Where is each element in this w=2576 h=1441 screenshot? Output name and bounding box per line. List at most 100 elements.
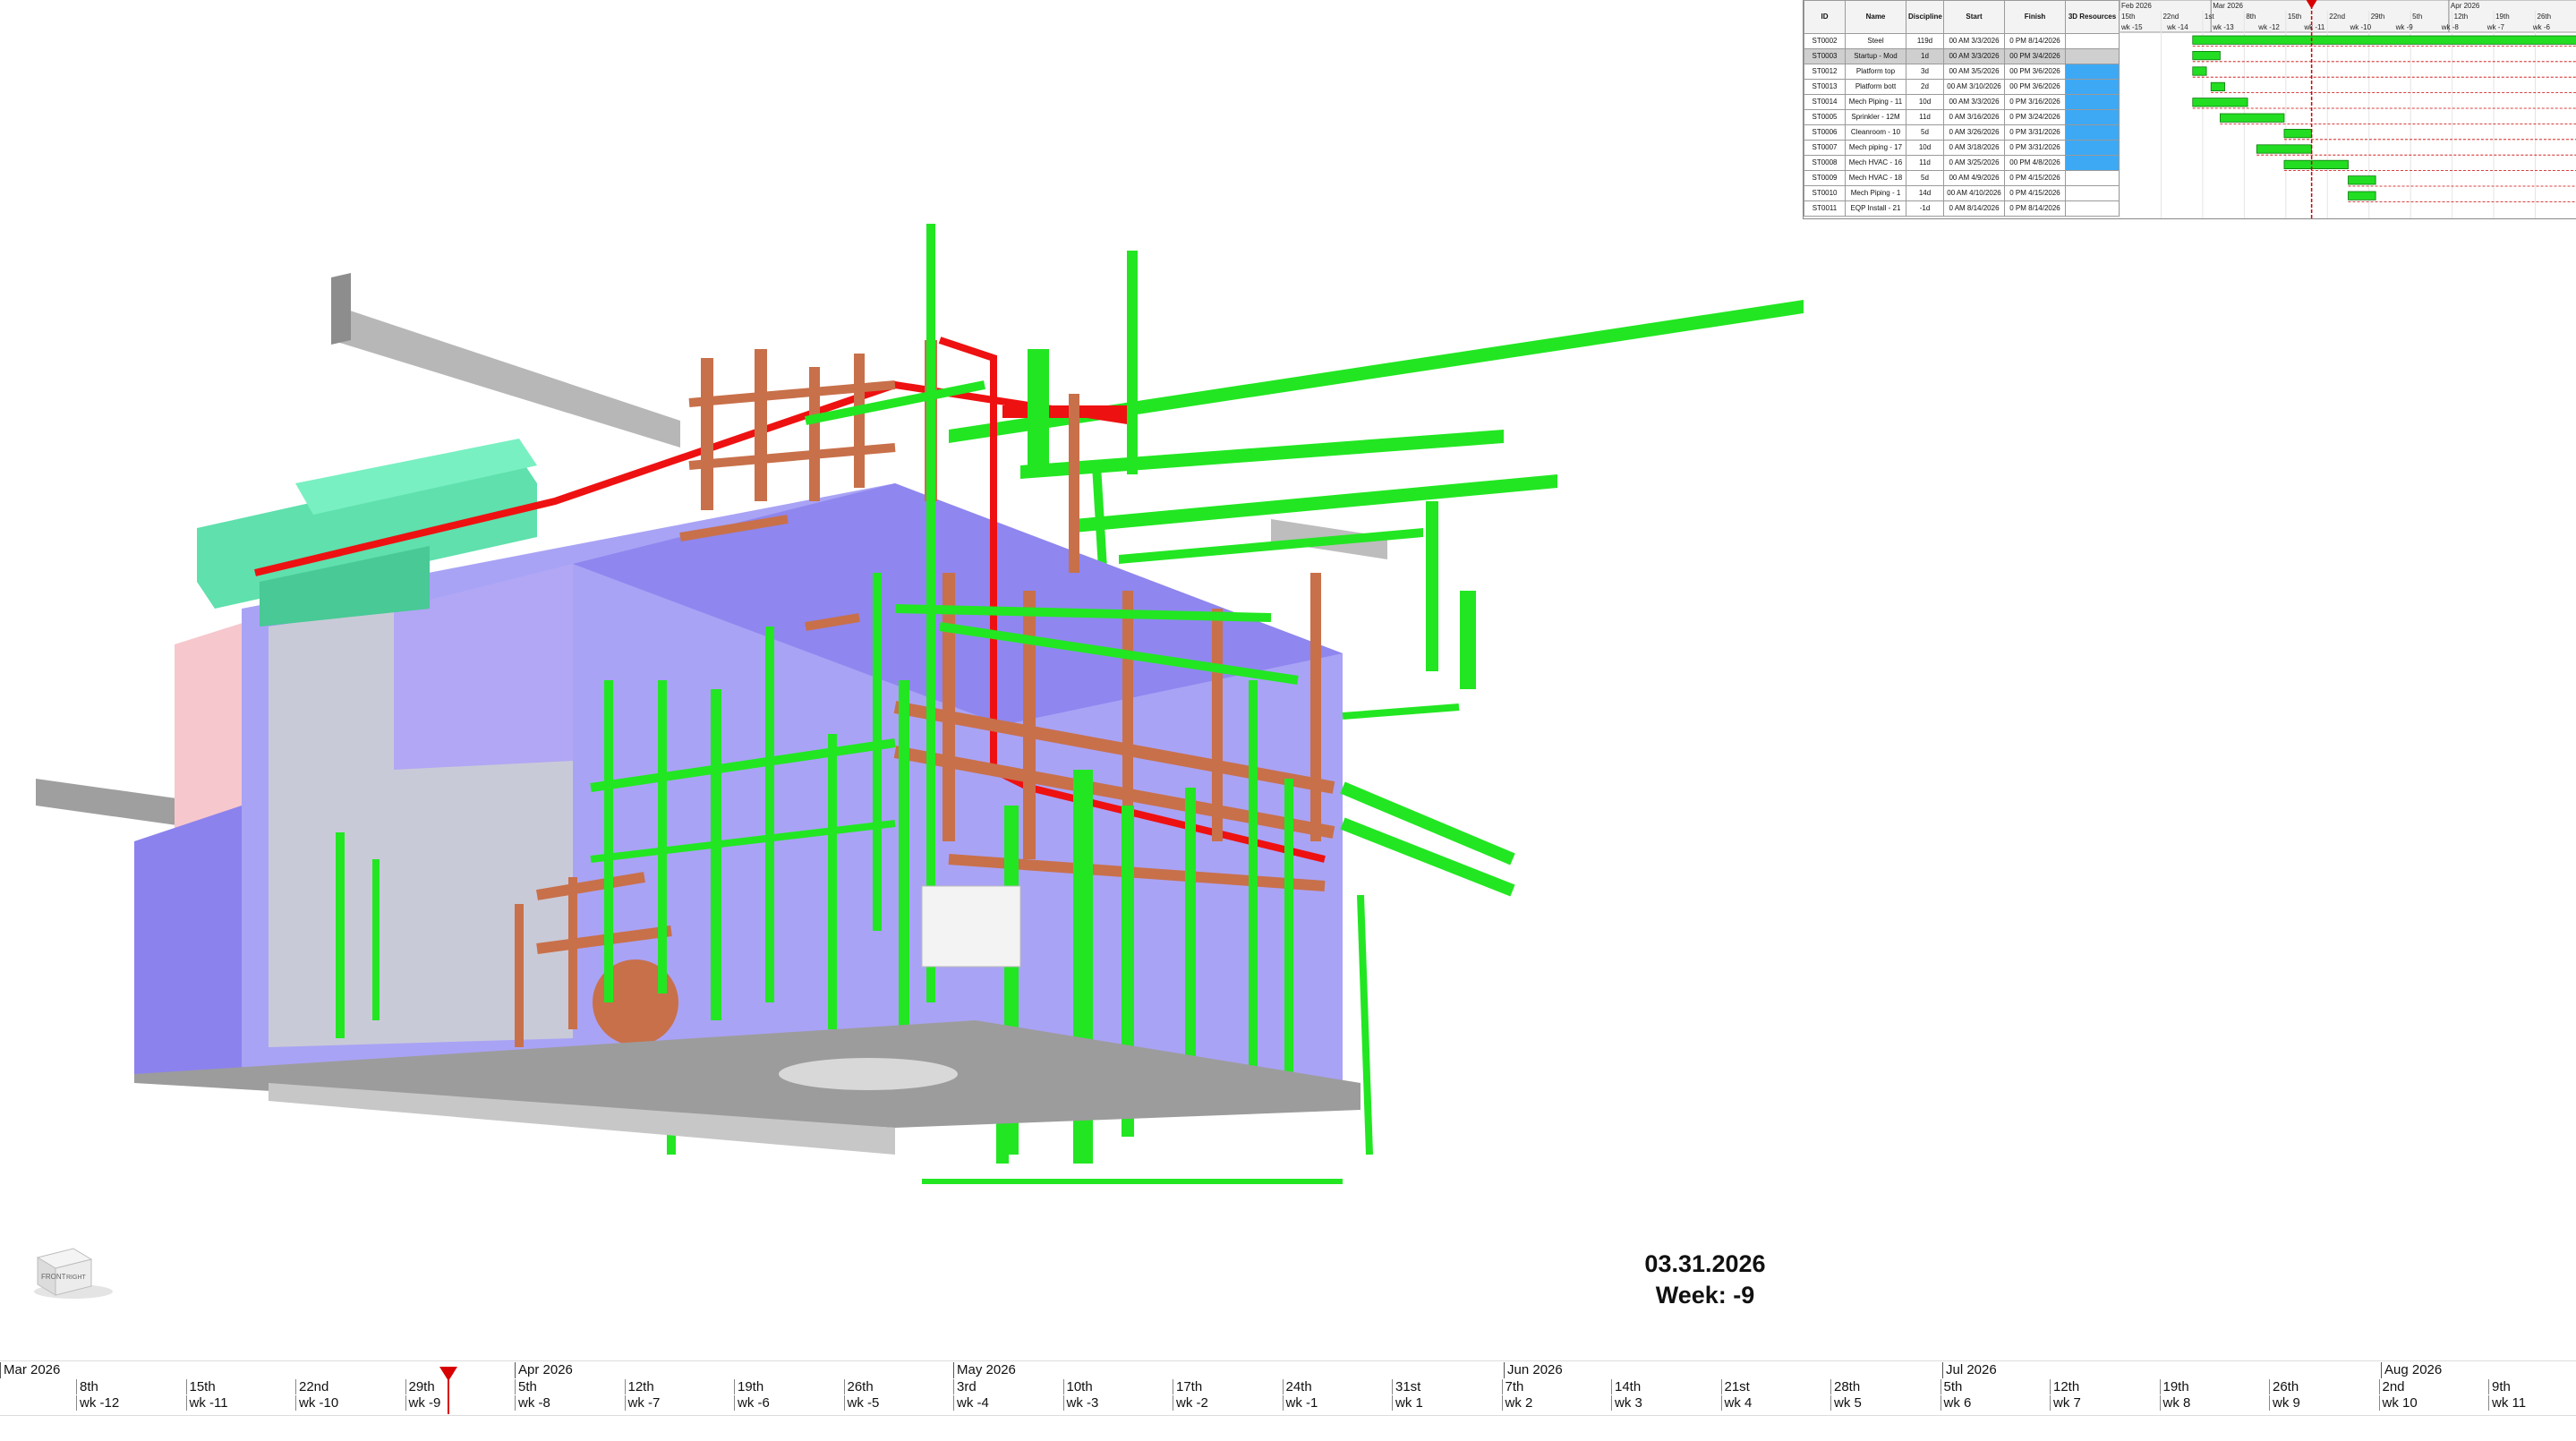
timeline-week[interactable]: wk -3 [1062,1395,1173,1411]
timeline-week[interactable]: wk -6 [734,1395,844,1411]
timeline-week[interactable]: wk 3 [1611,1395,1721,1411]
gantt-row[interactable]: ST0005 Sprinkler - 12M 11d 0 AM 3/16/2026 0 … [1804,109,2120,125]
gantt-row[interactable]: ST0006 Cleanroom - 10 5d 0 AM 3/26/2026 0 PM… [1804,124,2120,141]
task-3d-resource[interactable] [2065,185,2120,201]
timeline-day[interactable]: 28th [1830,1379,1941,1394]
timeline-day[interactable]: 24th [1282,1379,1393,1394]
gantt-row[interactable]: ST0002 Steel 119d 00 AM 3/3/2026 0 PM 8/14/2… [1804,33,2120,49]
timeline-month[interactable]: Mar 2026 [0,1362,515,1378]
timeline-day[interactable]: 31st [1392,1379,1502,1394]
task-3d-resource[interactable] [2065,79,2120,95]
gantt-row[interactable]: ST0013 Platform bott 2d 00 AM 3/10/2026 00 P… [1804,79,2120,95]
timeline-day[interactable]: 5th [1940,1379,2051,1394]
timeline-month[interactable]: Apr 2026 [515,1362,953,1378]
col-name[interactable]: Name [1845,0,1906,34]
col-3d-resources[interactable]: 3D Resources [2065,0,2120,34]
viewcube[interactable]: FRONT RIGHT [27,1240,116,1302]
col-id[interactable]: ID [1804,0,1846,34]
timeline-month[interactable]: May 2026 [953,1362,1504,1378]
task-3d-resource[interactable] [2065,200,2120,217]
task-id: ST0012 [1804,64,1846,80]
timeline-month[interactable]: Jul 2026 [1942,1362,2381,1378]
task-3d-resource[interactable] [2065,64,2120,80]
task-3d-resource[interactable] [2065,170,2120,186]
timeline-day[interactable]: 12th [2050,1379,2160,1394]
gantt-row[interactable]: ST0014 Mech Piping - 11 10d 00 AM 3/3/2026 0… [1804,94,2120,110]
timeline-day[interactable]: 12th [624,1379,735,1394]
timeline-week[interactable]: wk 10 [2378,1395,2489,1411]
gantt-row[interactable]: ST0003 Startup - Mod 1d 00 AM 3/3/2026 00 PM… [1804,48,2120,64]
timeline-day[interactable]: 26th [2269,1379,2379,1394]
col-finish[interactable]: Finish [2004,0,2066,34]
task-id: ST0014 [1804,94,1846,110]
timeline-day[interactable]: 21st [1720,1379,1831,1394]
timeline-day[interactable]: 9th [2488,1379,2576,1394]
timeline-week[interactable]: wk -5 [843,1395,954,1411]
gantt-task-table[interactable]: ID Name Discipline Start Finish 3D Resou… [1804,0,2120,217]
gantt-row[interactable]: ST0011 EQP Install - 21 -1d 0 AM 8/14/2026 0… [1804,200,2120,217]
timeline-week[interactable]: wk 4 [1720,1395,1831,1411]
gantt-day-label: 15th [2121,13,2136,21]
task-id: ST0009 [1804,170,1846,186]
gantt-task-bar [2283,159,2349,169]
gantt-row[interactable]: ST0009 Mech HVAC - 18 5d 00 AM 4/9/2026 0 PM… [1804,170,2120,186]
timeline-week[interactable]: wk 7 [2050,1395,2160,1411]
task-3d-resource[interactable] [2065,33,2120,49]
timeline-week[interactable]: wk -10 [295,1395,405,1411]
timeline-week[interactable]: wk -7 [624,1395,735,1411]
timeline-week[interactable]: wk -1 [1282,1395,1393,1411]
timeline-week[interactable]: wk 2 [1501,1395,1612,1411]
gantt-row[interactable]: ST0010 Mech Piping - 1 14d 00 AM 4/10/2026 0… [1804,185,2120,201]
timeline-day[interactable]: 22nd [295,1379,405,1394]
timeline-week[interactable]: wk -4 [953,1395,1063,1411]
col-start[interactable]: Start [1943,0,2005,34]
task-3d-resource[interactable] [2065,140,2120,156]
timeline-week[interactable]: wk -12 [76,1395,186,1411]
gantt-row[interactable]: ST0007 Mech piping - 17 10d 0 AM 3/18/2026 0… [1804,140,2120,156]
timeline-day[interactable]: 2nd [2378,1379,2489,1394]
gantt-chart[interactable]: Feb 2026 Mar 2026 Apr 2026 15th 22nd 1st 8th 15… [2120,0,2576,218]
timeline-day[interactable]: 14th [1611,1379,1721,1394]
timeline-day[interactable]: 19th [2159,1379,2270,1394]
timeline-week[interactable]: wk -11 [185,1395,296,1411]
gantt-panel[interactable]: ID Name Discipline Start Finish 3D Resou… [1803,0,2576,219]
gantt-header-row: ID Name Discipline Start Finish 3D Resou… [1804,0,2120,34]
timeline-week[interactable]: wk -9 [405,1395,516,1411]
timeline-week[interactable]: wk 9 [2269,1395,2379,1411]
timeline-week[interactable]: wk 6 [1940,1395,2051,1411]
gantt-task-bar [2348,191,2376,200]
timeline-day[interactable]: 7th [1501,1379,1612,1394]
timeline-day[interactable]: 3rd [953,1379,1063,1394]
timeline-month[interactable]: Aug 2026 [2381,1362,2576,1378]
timeline-week[interactable]: wk -8 [515,1395,625,1411]
timeline-month[interactable]: Jun 2026 [1504,1362,1942,1378]
timeline-day[interactable]: 19th [734,1379,844,1394]
timeline-week[interactable]: wk 8 [2159,1395,2270,1411]
timeline-week[interactable]: wk 11 [2488,1395,2576,1411]
viewcube-front-label[interactable]: FRONT [41,1273,66,1281]
timeline-day[interactable]: 17th [1173,1379,1283,1394]
task-finish: 0 PM 3/16/2026 [2004,94,2066,110]
task-3d-resource[interactable] [2065,124,2120,141]
3d-model[interactable] [0,0,1880,1217]
gantt-week-label: wk -9 [2395,23,2414,31]
timeline-bar[interactable]: Mar 2026 Apr 2026 May 2026 Jun 2026 Jul 2026… [0,1360,2576,1416]
task-3d-resource[interactable] [2065,109,2120,125]
col-discipline[interactable]: Discipline [1906,0,1944,34]
timeline-week[interactable]: wk 5 [1830,1395,1941,1411]
gantt-week-label: wk -7 [2486,23,2505,31]
viewcube-right-label[interactable]: RIGHT [66,1275,87,1281]
timeline-day[interactable]: 29th [405,1379,516,1394]
task-3d-resource[interactable] [2065,155,2120,171]
timeline-day[interactable]: 15th [185,1379,296,1394]
timeline-day[interactable]: 5th [515,1379,625,1394]
timeline-day[interactable]: 26th [843,1379,954,1394]
gantt-row[interactable]: ST0008 Mech HVAC - 16 11d 0 AM 3/25/2026 00 … [1804,155,2120,171]
timeline-week[interactable]: wk -2 [1173,1395,1283,1411]
timeline-day[interactable]: 8th [76,1379,186,1394]
gantt-row[interactable]: ST0012 Platform top 3d 00 AM 3/5/2026 00 PM … [1804,64,2120,80]
task-3d-resource[interactable] [2065,94,2120,110]
timeline-week[interactable]: wk 1 [1392,1395,1502,1411]
task-3d-resource[interactable] [2065,48,2120,64]
timeline-day[interactable]: 10th [1062,1379,1173,1394]
